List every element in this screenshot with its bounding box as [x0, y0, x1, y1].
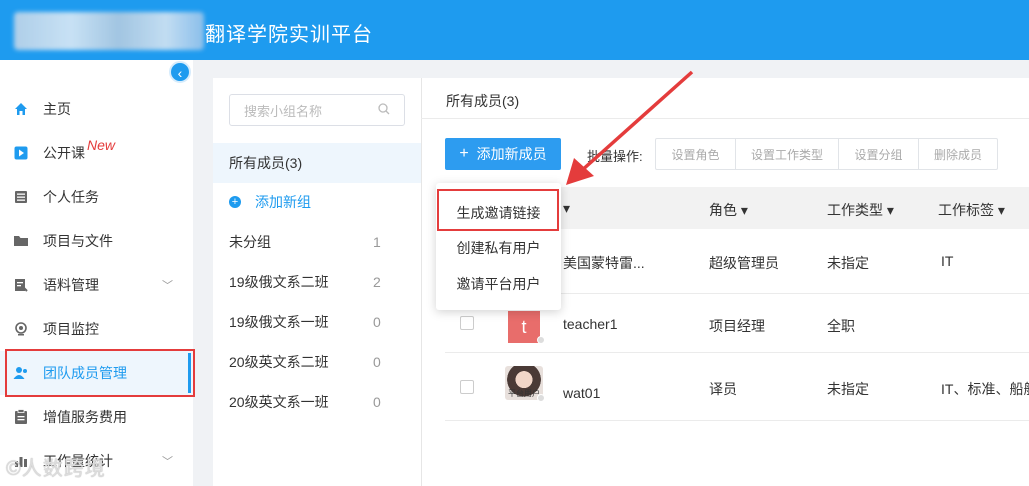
add-member-label: 添加新成员 — [476, 146, 547, 162]
list-icon — [12, 188, 30, 206]
member-role: 译员 — [709, 381, 737, 397]
plus-circle-icon: + — [229, 196, 241, 208]
sidebar-item-label: 项目监控 — [43, 321, 99, 337]
bulk-actions: 设置角色 设置工作类型 设置分组 删除成员 — [655, 138, 998, 170]
group-count: 2 — [373, 274, 381, 290]
column-work-tag[interactable]: 工作标签 ▾ — [938, 200, 1005, 220]
menu-item-create-private-user[interactable]: 创建私有用户 — [436, 238, 561, 258]
group-name: 所有成员(3) — [229, 155, 303, 171]
page-title: 所有成员(3) — [446, 93, 520, 109]
watermark: ©人数跨境 — [6, 458, 106, 480]
bulk-label: 批量操作: — [587, 149, 643, 164]
search-icon — [378, 102, 390, 118]
group-count: 0 — [373, 394, 381, 410]
group-name: 20级英文系一班 — [229, 394, 329, 410]
member-work-tag: IT — [941, 253, 954, 269]
member-work-type: 未指定 — [827, 255, 869, 271]
group-item-all[interactable]: 所有成员(3) — [213, 143, 421, 183]
monitor-icon — [12, 320, 30, 338]
delete-member-button[interactable]: 删除成员 — [919, 139, 997, 169]
highlight-box-menu — [437, 189, 559, 231]
set-role-button[interactable]: 设置角色 — [656, 139, 736, 169]
group-name: 19级俄文系一班 — [229, 314, 329, 330]
member-work-type: 未指定 — [827, 381, 869, 397]
avatar: t — [508, 311, 540, 343]
sidebar-item-label: 主页 — [43, 101, 71, 117]
group-count: 1 — [373, 234, 381, 250]
clipboard-icon — [12, 408, 30, 426]
column-work-type[interactable]: 工作类型 ▾ — [827, 200, 894, 220]
sidebar-item-home[interactable]: 主页 — [0, 87, 193, 131]
add-group-button[interactable]: + 添加新组 — [229, 192, 311, 212]
plus-icon: + — [459, 145, 469, 162]
row-checkbox[interactable] — [460, 316, 474, 330]
member-work-type: 全职 — [827, 318, 855, 334]
name-sort-icon[interactable]: ▾ — [563, 200, 570, 217]
group-name: 19级俄文系二班 — [229, 274, 329, 290]
highlight-box-sidebar — [5, 349, 195, 397]
corpus-icon — [12, 276, 30, 294]
chevron-down-icon: ﹀ — [162, 280, 173, 292]
chevron-down-icon: ﹀ — [162, 456, 173, 468]
group-item[interactable]: 19级俄文系二班 2 — [213, 262, 421, 302]
menu-item-invite-platform-user[interactable]: 邀请平台用户 — [436, 274, 561, 294]
sidebar-item-label: 个人任务 — [43, 189, 99, 205]
group-item[interactable]: 20级英文系一班 0 — [213, 382, 421, 422]
member-name: wat01 — [563, 385, 601, 401]
set-work-type-button[interactable]: 设置工作类型 — [736, 139, 839, 169]
avatar-label: 平台用户 — [508, 389, 540, 398]
home-icon — [12, 100, 30, 118]
group-name: 20级英文系二班 — [229, 354, 329, 370]
sidebar-item-label: 语料管理 — [43, 277, 99, 293]
group-count: 0 — [373, 314, 381, 330]
sidebar-item-value-added[interactable]: 增值服务费用 — [0, 395, 193, 439]
set-group-button[interactable]: 设置分组 — [839, 139, 919, 169]
group-count: 0 — [373, 354, 381, 370]
collapse-sidebar-button[interactable]: ‹ — [169, 61, 191, 83]
column-role[interactable]: 角色 ▾ — [709, 200, 748, 220]
group-item[interactable]: 19级俄文系一班 0 — [213, 302, 421, 342]
sidebar-item-corpus[interactable]: 语料管理 ﹀ — [0, 263, 193, 307]
sidebar-item-monitor[interactable]: 项目监控 — [0, 307, 193, 351]
member-role: 项目经理 — [709, 318, 765, 334]
new-badge: New — [87, 137, 116, 153]
member-work-tag: IT、标准、船舶 — [941, 381, 1029, 397]
search-placeholder: 搜索小组名称 — [244, 103, 323, 119]
sidebar-item-projects-files[interactable]: 项目与文件 — [0, 219, 193, 263]
status-dot — [537, 336, 545, 344]
sidebar-item-label: 项目与文件 — [43, 233, 113, 249]
add-member-button[interactable]: + 添加新成员 — [445, 138, 561, 170]
logo[interactable] — [14, 12, 204, 50]
group-item[interactable]: 20级英文系二班 0 — [213, 342, 421, 382]
row-checkbox[interactable] — [460, 380, 474, 394]
group-search-input[interactable]: 搜索小组名称 — [229, 94, 405, 126]
play-icon — [12, 144, 30, 162]
member-name: 美国蒙特雷... — [563, 255, 645, 271]
status-dot — [537, 394, 545, 402]
member-role: 超级管理员 — [709, 255, 779, 271]
app-title: 翻译学院实训平台 — [205, 24, 373, 46]
member-name: teacher1 — [563, 316, 618, 332]
sidebar-item-personal-tasks[interactable]: 个人任务 — [0, 175, 193, 219]
sidebar-item-label: 公开课 — [43, 145, 85, 161]
group-item[interactable]: 未分组 1 — [213, 222, 421, 262]
group-name: 未分组 — [229, 234, 271, 250]
sidebar-item-label: 增值服务费用 — [43, 409, 127, 425]
folder-icon — [12, 232, 30, 250]
add-group-label: 添加新组 — [255, 194, 311, 210]
